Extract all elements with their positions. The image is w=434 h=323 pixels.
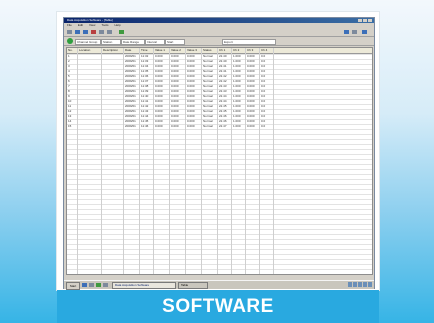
minimize-icon[interactable] bbox=[358, 19, 362, 22]
tray-icon[interactable] bbox=[358, 282, 362, 287]
taskbar: Start Data Acquisition Software Table bbox=[64, 280, 374, 290]
channel-group-field[interactable]: Channel Group bbox=[75, 39, 101, 45]
start-field[interactable]: Start bbox=[165, 39, 185, 45]
table-cell: 0.000 bbox=[247, 124, 255, 128]
column-header[interactable]: Date bbox=[125, 48, 131, 53]
settings-icon[interactable] bbox=[352, 30, 357, 34]
table-cell: 0.000 bbox=[187, 124, 195, 128]
column-header[interactable]: Location bbox=[79, 48, 90, 53]
column-header[interactable]: Ch 2 bbox=[233, 48, 239, 53]
tray-icon[interactable] bbox=[363, 282, 367, 287]
table-cell: 0.000 bbox=[171, 124, 179, 128]
export-field[interactable]: Export bbox=[222, 39, 276, 45]
tray-icon[interactable] bbox=[368, 282, 372, 287]
window-controls bbox=[358, 19, 372, 22]
table-cell: 1.000 bbox=[233, 124, 241, 128]
data-table: No. Location Description Date Time Value… bbox=[66, 47, 373, 275]
column-header[interactable]: Value 1 bbox=[155, 48, 165, 53]
table-cell: 2009/01 bbox=[125, 124, 136, 128]
column-header[interactable]: Ch 3 bbox=[247, 48, 253, 53]
table-cell: 0.0 bbox=[261, 124, 266, 128]
table-cell: 0.000 bbox=[155, 124, 163, 128]
system-tray bbox=[348, 282, 372, 287]
table-cell: 22.47 bbox=[219, 124, 227, 128]
open-icon[interactable] bbox=[75, 30, 80, 34]
screenshot-card: Data Acquisition Software - [Table] File… bbox=[57, 12, 379, 290]
column-header[interactable]: Description bbox=[103, 48, 118, 53]
copy-icon[interactable] bbox=[99, 30, 104, 34]
close-icon[interactable] bbox=[368, 19, 372, 22]
column-header[interactable]: Value 3 bbox=[187, 48, 197, 53]
table-cell: 11:46 bbox=[141, 124, 149, 128]
column-header[interactable]: Value 2 bbox=[171, 48, 181, 53]
help-icon[interactable] bbox=[362, 30, 367, 34]
quick-launch-icon[interactable] bbox=[96, 283, 101, 287]
chart-icon[interactable] bbox=[344, 30, 349, 34]
date-range-field[interactable]: Date Range bbox=[121, 39, 145, 45]
cut-icon[interactable] bbox=[91, 30, 96, 34]
quick-launch-icon[interactable] bbox=[103, 283, 108, 287]
start-button[interactable]: Start bbox=[66, 282, 80, 290]
save-icon[interactable] bbox=[83, 30, 88, 34]
table-row[interactable]: 15 2009/01 11:46 0.000 0.000 0.000 Normal 22.47… bbox=[67, 124, 372, 129]
table-cell: Normal bbox=[203, 124, 213, 128]
column-header[interactable]: No. bbox=[68, 48, 73, 53]
column-header[interactable]: Ch 4 bbox=[261, 48, 267, 53]
taskbar-app-button[interactable]: Table bbox=[178, 282, 208, 289]
run-icon[interactable] bbox=[67, 38, 73, 44]
tray-icon[interactable] bbox=[348, 282, 352, 287]
caption-banner: SOFTWARE bbox=[57, 290, 379, 323]
paste-icon[interactable] bbox=[107, 30, 112, 34]
column-header[interactable]: Status bbox=[203, 48, 212, 53]
app-window: Data Acquisition Software - [Table] File… bbox=[63, 17, 375, 290]
taskbar-app-button[interactable]: Data Acquisition Software bbox=[112, 282, 176, 289]
table-cell: 15 bbox=[68, 124, 72, 128]
station-field[interactable]: Station bbox=[101, 39, 121, 45]
tray-icon[interactable] bbox=[353, 282, 357, 287]
print-icon[interactable] bbox=[119, 30, 124, 34]
new-icon[interactable] bbox=[67, 30, 72, 34]
quick-launch-icon[interactable] bbox=[82, 283, 87, 287]
column-header[interactable]: Time bbox=[141, 48, 148, 53]
filter-toolbar: Channel Group Station Date Range Interva… bbox=[64, 37, 374, 46]
toolbar bbox=[64, 28, 374, 37]
interval-field[interactable]: Interval bbox=[145, 39, 165, 45]
column-header[interactable]: Ch 1 bbox=[219, 48, 225, 53]
maximize-icon[interactable] bbox=[363, 19, 367, 22]
quick-launch-icon[interactable] bbox=[89, 283, 94, 287]
